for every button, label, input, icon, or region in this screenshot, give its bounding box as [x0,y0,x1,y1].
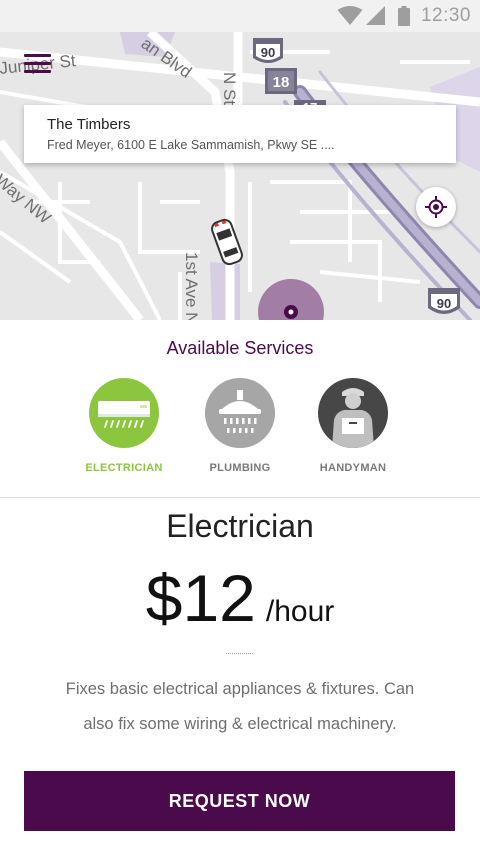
handyman-icon [318,378,388,448]
price-amount: $12 [145,561,256,635]
clock: 12:30 [420,5,471,26]
map-street-label: N St [220,72,239,105]
svg-text:90: 90 [261,45,275,60]
svg-text:18: 18 [273,74,290,91]
location-address: Fred Meyer, 6100 E Lake Sammamish, Pkwy … [47,138,335,152]
price-unit: /hour [265,595,335,628]
wifi-icon [337,6,363,25]
my-location-button[interactable] [416,187,456,227]
shower-head-icon [205,378,275,448]
map-canvas[interactable]: Juniper St an Blvd N St Way NW 1st Ave N… [0,32,480,320]
route-shield: 18 [265,68,297,94]
map-view[interactable]: Juniper St an Blvd N St Way NW 1st Ave N… [0,32,480,320]
crosshair-icon [425,196,447,218]
destination-marker-icon [258,279,324,320]
location-card[interactable]: The Timbers Fred Meyer, 6100 E Lake Samm… [24,105,456,163]
divider [226,653,253,654]
map-street-label: 1st Ave N [182,252,201,320]
service-description: Fixes basic electrical appliances & fixt… [65,680,415,733]
service-plumbing[interactable]: PLUMBING [185,378,295,478]
car-marker-icon [211,218,243,266]
svg-text:90: 90 [437,296,451,311]
price: $12/hour [0,560,480,636]
service-label: HANDYMAN [319,462,387,474]
services-heading: Available Services [166,338,314,358]
request-now-button[interactable]: REQUEST NOW [24,771,455,831]
status-bar: 12:30 [0,0,480,32]
service-handyman[interactable]: HANDYMAN [298,378,408,478]
service-label: PLUMBING [209,462,271,474]
service-electrician[interactable]: ELECTRICIAN [69,378,179,478]
service-title: Electrician [166,508,314,544]
route-shield: 90 [428,288,460,314]
menu-icon[interactable] [24,54,52,76]
battery-icon [398,6,410,26]
location-title: The Timbers [47,116,131,133]
signal-icon [366,6,385,25]
services-panel: Available Services ELECTRICIAN PLUMBING … [0,320,480,498]
service-label: ELECTRICIAN [85,462,163,474]
route-shield: 90 [253,38,283,63]
air-conditioner-icon [89,378,159,448]
